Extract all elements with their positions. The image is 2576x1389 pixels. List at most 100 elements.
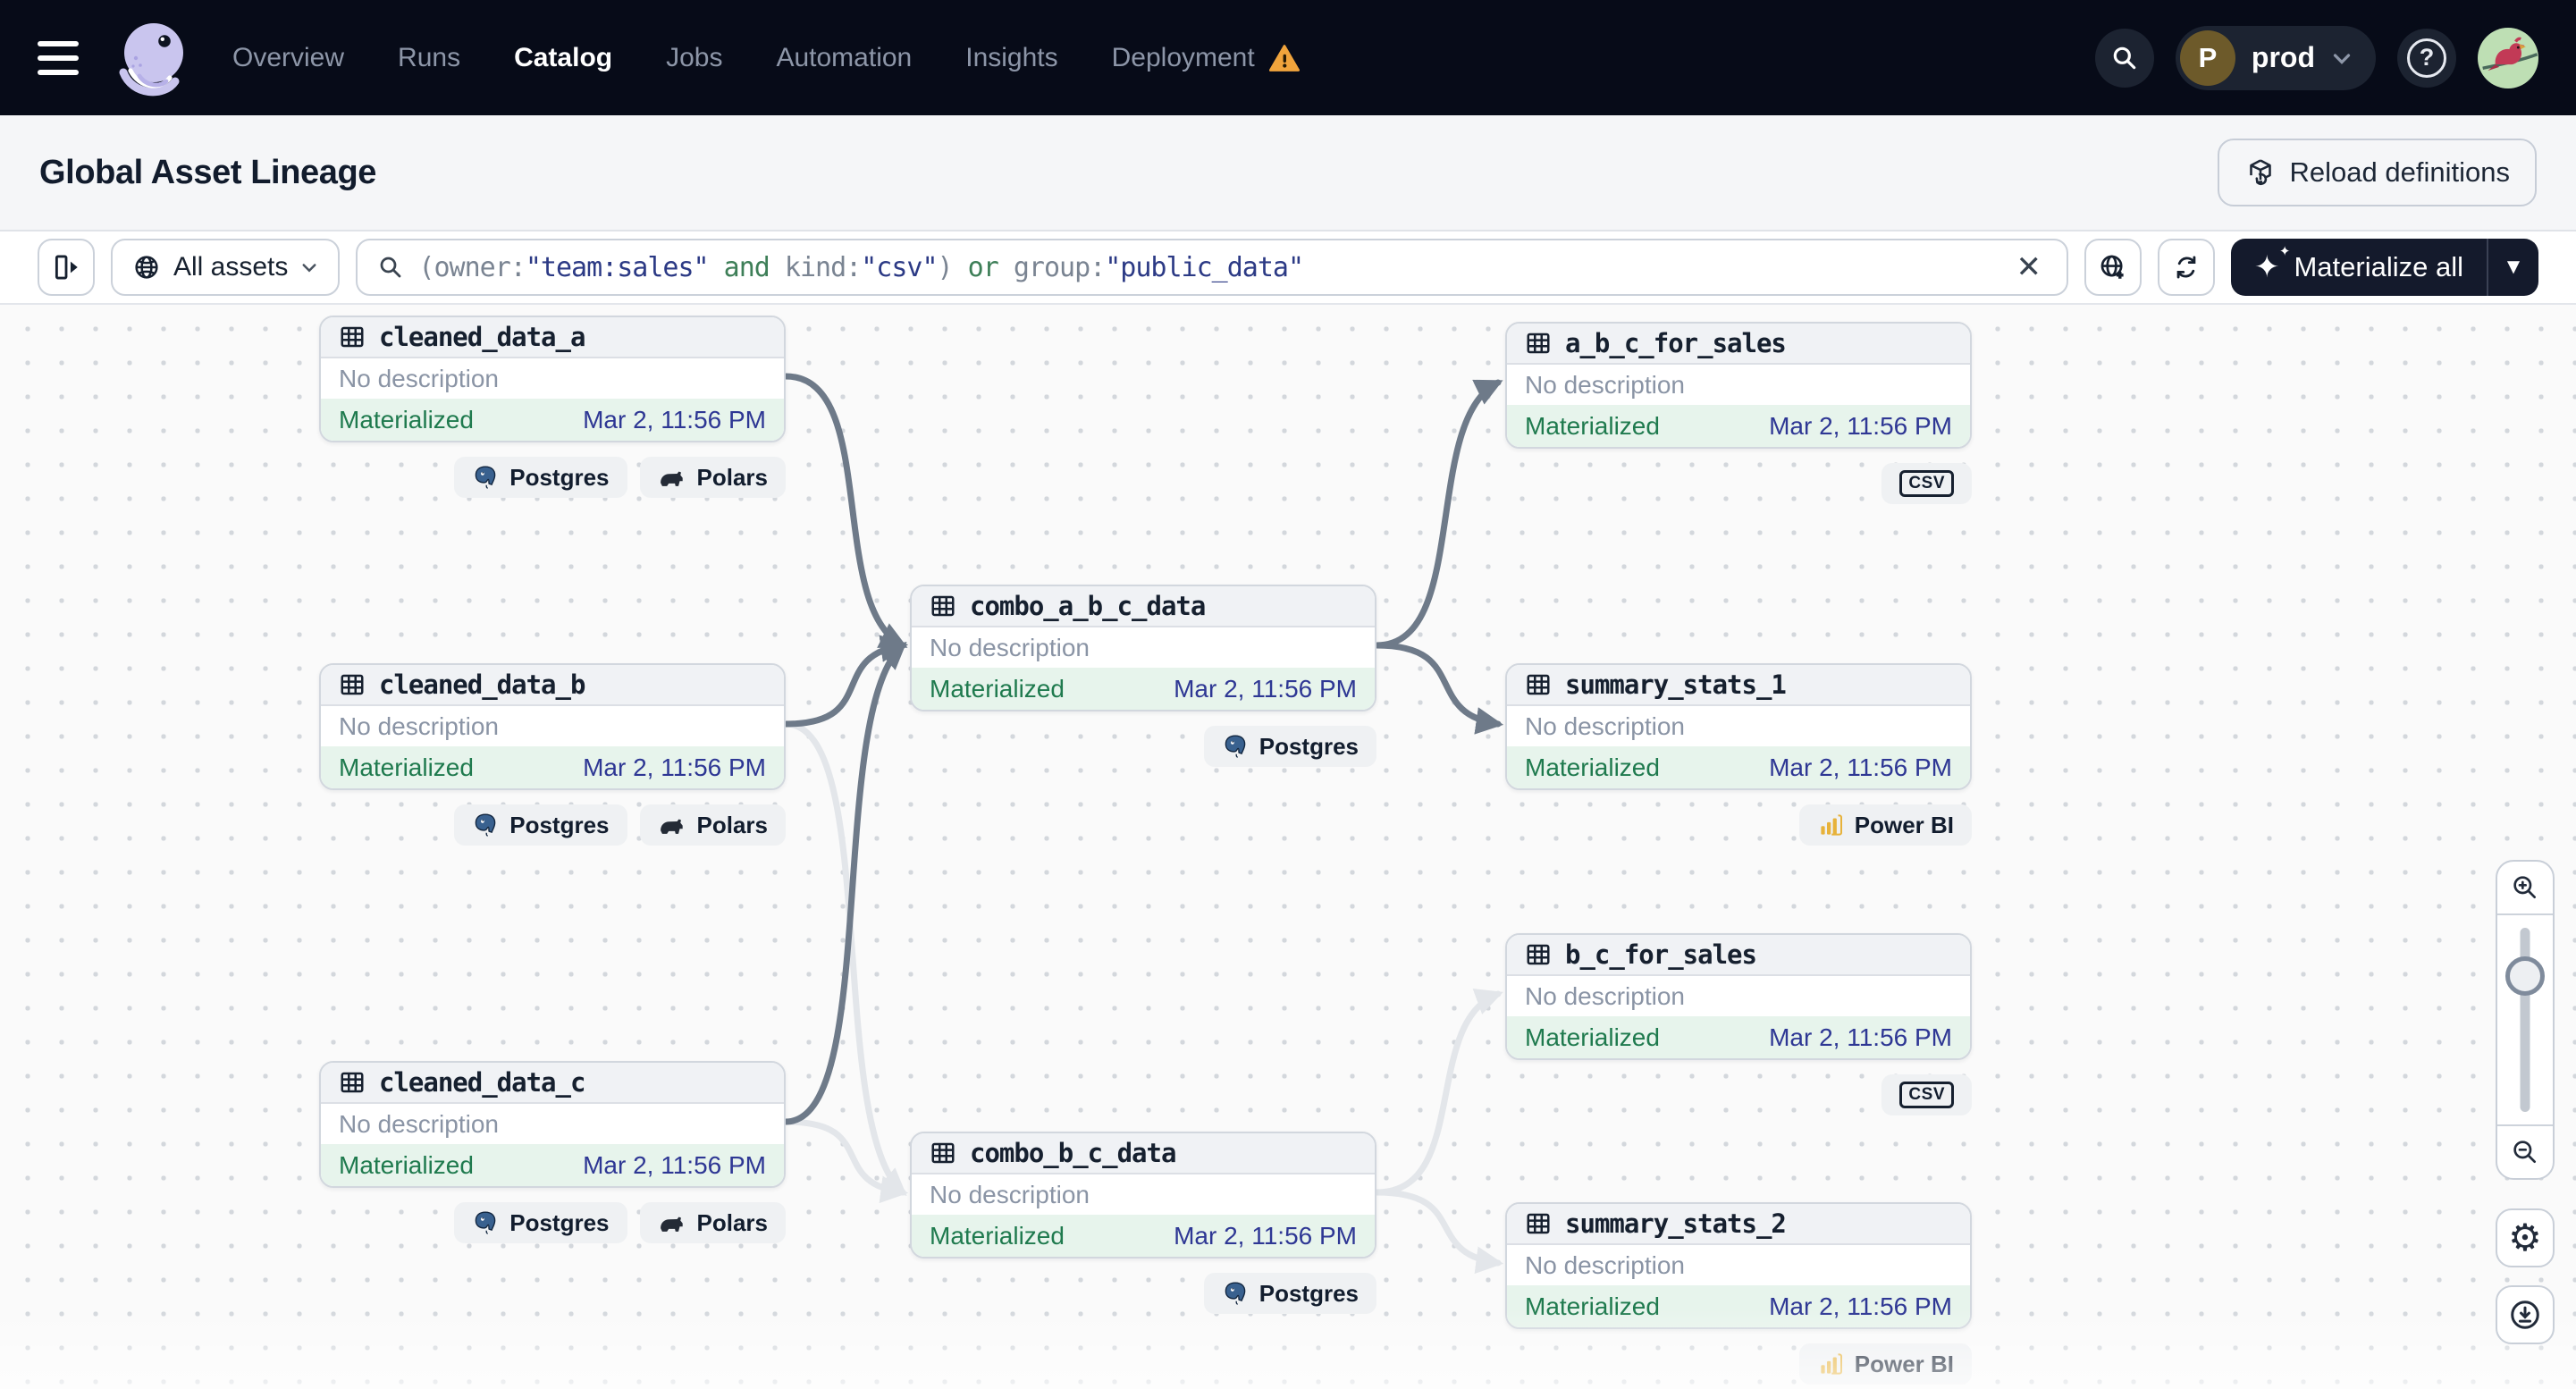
status-badge: Materialized <box>930 1221 1065 1250</box>
kind-tag-polars[interactable]: Polars <box>639 1202 786 1243</box>
nav-item-automation[interactable]: Automation <box>776 43 912 73</box>
kind-tag-postgres[interactable]: Postgres <box>454 457 627 498</box>
materialization-timestamp: Mar 2, 11:56 PM <box>583 1150 766 1179</box>
zoom-slider-track <box>2520 928 2530 1112</box>
asset-search-input[interactable]: (owner:"team:sales" and kind:"csv") or g… <box>356 239 2068 296</box>
powerbi-icon <box>1821 1353 1842 1375</box>
zoom-in-button[interactable] <box>2497 862 2553 913</box>
zoom-out-icon <box>2513 1141 2536 1163</box>
powerbi-icon <box>1821 814 1842 836</box>
user-avatar[interactable] <box>2478 27 2538 88</box>
lineage-edge-combo_a_b_c_data-to-a_b_c_for_sales <box>1373 379 1503 649</box>
global-search-button[interactable] <box>2094 28 2154 88</box>
materialization-timestamp: Mar 2, 11:56 PM <box>1769 1292 1952 1320</box>
kind-tag-postgres[interactable]: Postgres <box>1203 726 1376 767</box>
asset-node-cleaned_data_b[interactable]: cleaned_data_b No description Materialized… <box>319 663 786 790</box>
materialize-all-button[interactable]: ✦ Materialize all <box>2231 239 2487 296</box>
asset-node-title: cleaned_data_a <box>321 317 784 358</box>
table-icon <box>1527 944 1550 965</box>
asset-node-title: combo_b_c_data <box>912 1133 1375 1174</box>
asset-node-status-row: Materialized Mar 2, 11:56 PM <box>912 1215 1375 1257</box>
kind-tag-power-bi[interactable]: Power BI <box>1798 1343 1972 1385</box>
open-side-panel-button[interactable] <box>38 239 95 296</box>
kind-tag-postgres[interactable]: Postgres <box>1203 1273 1376 1314</box>
materialization-timestamp: Mar 2, 11:56 PM <box>1769 411 1952 440</box>
lineage-edge-combo_b_c_data-to-summary_stats_2 <box>1373 1189 1504 1275</box>
postgres-icon <box>1225 735 1246 758</box>
asset-node-cleaned_data_a[interactable]: cleaned_data_a No description Materialized… <box>319 316 786 442</box>
postgres-icon <box>475 1211 496 1234</box>
view-full-graph-button[interactable] <box>2084 239 2142 296</box>
deployment-initial-badge: P <box>2179 29 2235 86</box>
kind-tag-polars[interactable]: Polars <box>639 457 786 498</box>
page-title: Global Asset Lineage <box>39 153 377 191</box>
asset-node-summary_stats_2[interactable]: summary_stats_2 No description Materialize… <box>1505 1202 1972 1329</box>
dagster-logo[interactable] <box>111 13 197 104</box>
materialize-options-caret[interactable]: ▼ <box>2487 239 2538 296</box>
download-graph-button[interactable] <box>2496 1285 2555 1344</box>
zoom-slider[interactable] <box>2497 913 2553 1126</box>
asset-node-tags: Power BI <box>1505 1343 1972 1385</box>
zoom-controls <box>2496 860 2555 1180</box>
panel-open-icon <box>55 255 78 280</box>
asset-node-status-row: Materialized Mar 2, 11:56 PM <box>1507 1285 1970 1327</box>
status-badge: Materialized <box>1525 1023 1660 1051</box>
materialization-timestamp: Mar 2, 11:56 PM <box>1769 753 1952 781</box>
nav-item-runs[interactable]: Runs <box>398 43 460 73</box>
nav-item-jobs[interactable]: Jobs <box>666 43 722 73</box>
nav-item-insights[interactable]: Insights <box>965 43 1057 73</box>
polars-icon <box>660 471 683 486</box>
reload-definitions-label: Reload definitions <box>2289 156 2510 188</box>
gear-icon: ⚙ <box>2508 1216 2542 1259</box>
asset-node-status-row: Materialized Mar 2, 11:56 PM <box>321 746 784 788</box>
asset-node-a_b_c_for_sales[interactable]: a_b_c_for_sales No description Materialize… <box>1505 322 1972 449</box>
deployment-switcher[interactable]: P prod <box>2175 25 2376 90</box>
chevron-down-icon <box>2333 53 2351 64</box>
asset-node-combo_a_b_c_data[interactable]: combo_a_b_c_data No description Materializ… <box>910 585 1376 711</box>
asset-node-title: a_b_c_for_sales <box>1507 324 1970 365</box>
status-badge: Materialized <box>339 753 474 781</box>
reload-definitions-button[interactable]: Reload definitions <box>2217 139 2537 206</box>
kind-tag-power-bi[interactable]: Power BI <box>1798 804 1972 846</box>
zoom-slider-thumb[interactable] <box>2505 956 2545 996</box>
asset-node-description: No description <box>1525 370 1685 399</box>
asset-scope-dropdown[interactable]: All assets <box>111 239 341 296</box>
lineage-edge-cleaned_data_c-to-combo_b_c_data <box>782 1118 909 1204</box>
asset-node-combo_b_c_data[interactable]: combo_b_c_data No description Materialized… <box>910 1132 1376 1259</box>
clear-search-button[interactable]: ✕ <box>2010 252 2047 282</box>
kind-tag-postgres[interactable]: Postgres <box>454 1202 627 1243</box>
postgres-icon <box>475 813 496 837</box>
materialization-timestamp: Mar 2, 11:56 PM <box>1174 674 1357 703</box>
asset-node-cleaned_data_c[interactable]: cleaned_data_c No description Materialized… <box>319 1061 786 1188</box>
nav-item-deployment[interactable]: Deployment <box>1112 43 1300 73</box>
asset-node-tags: Postgres <box>910 726 1376 767</box>
kind-tag-polars[interactable]: Polars <box>639 804 786 846</box>
status-badge: Materialized <box>1525 1292 1660 1320</box>
lineage-edge-cleaned_data_b-to-combo_a_b_c_data <box>782 635 909 728</box>
help-button[interactable]: ? <box>2397 28 2456 88</box>
graph-settings-button[interactable]: ⚙ <box>2496 1208 2555 1267</box>
status-badge: Materialized <box>1525 411 1660 440</box>
nav-item-overview[interactable]: Overview <box>232 43 344 73</box>
lineage-toolbar: All assets (owner:"team:sales" and kind:… <box>0 232 2576 305</box>
asset-node-tags: Postgres <box>910 1273 1376 1314</box>
table-icon <box>931 1142 955 1164</box>
table-icon <box>1527 674 1550 695</box>
hamburger-menu-icon[interactable] <box>38 40 84 75</box>
asset-node-status-row: Materialized Mar 2, 11:56 PM <box>912 668 1375 710</box>
table-icon <box>341 674 364 695</box>
kind-tag-csv[interactable]: csv <box>1881 463 1972 504</box>
lineage-edge-combo_a_b_c_data-to-summary_stats_1 <box>1373 642 1504 735</box>
asset-node-summary_stats_1[interactable]: summary_stats_1 No description Materialize… <box>1505 663 1972 790</box>
kind-tag-csv[interactable]: csv <box>1881 1074 1972 1115</box>
lineage-canvas[interactable]: cleaned_data_a No description Materialized… <box>0 305 2576 1389</box>
kind-tag-postgres[interactable]: Postgres <box>454 804 627 846</box>
asset-node-b_c_for_sales[interactable]: b_c_for_sales No description Materialized M… <box>1505 933 1972 1060</box>
refresh-graph-button[interactable] <box>2157 239 2215 296</box>
zoom-out-button[interactable] <box>2497 1126 2553 1178</box>
nav-item-catalog[interactable]: Catalog <box>514 43 612 73</box>
reload-cube-icon <box>2249 159 2271 186</box>
postgres-icon <box>1225 1282 1246 1305</box>
search-icon <box>381 257 401 278</box>
chevron-down-icon <box>302 264 316 273</box>
